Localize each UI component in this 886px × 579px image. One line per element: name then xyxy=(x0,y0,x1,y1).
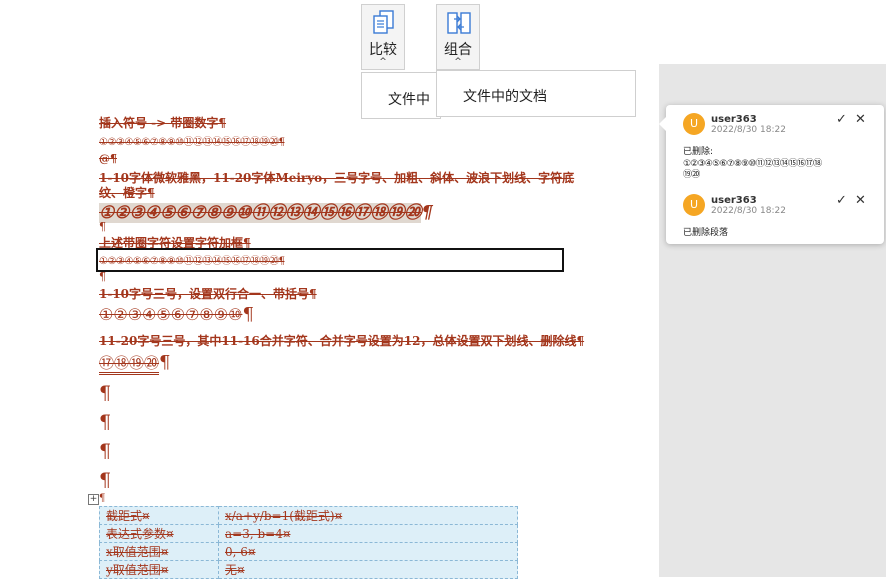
revision-content: ⑲⑳ xyxy=(683,170,700,180)
doc-line-large-circled: ①②③④⑤⑥⑦⑧⑨⑩⑪⑫⑬⑭⑮⑯⑰⑱⑲⑳¶ xyxy=(99,198,433,223)
reject-icon[interactable]: ✕ xyxy=(855,112,866,127)
conditions-table[interactable]: 截距式¤ x/a+y/b=1(截距式)¤ 表达式参数¤ a=3, b=4¤ x取… xyxy=(99,506,518,579)
chevron-up-icon: ^ xyxy=(454,57,462,67)
table-cell[interactable]: x取值范围¤ xyxy=(99,542,219,561)
combine-button[interactable]: 组合 ^ xyxy=(436,4,480,70)
doc-line-circled-numbers: ①②③④⑤⑥⑦⑧⑨⑩⑪⑫⑬⑭⑮⑯⑰⑱⑲⑳¶ xyxy=(99,137,285,148)
combine-dropdown[interactable]: 文件中的文档 xyxy=(436,70,636,117)
paragraph-mark: ¶ xyxy=(242,304,254,325)
doc-line-merge-desc: 11-20字号三号，其中11-16合并字符、合并字号设置为12，总体设置双下划线… xyxy=(99,334,585,348)
table-row: y取值范围¤ 无¤ xyxy=(99,560,518,579)
table-cell[interactable]: x/a+y/b=1(截距式)¤ xyxy=(218,506,518,525)
pointer-arrow xyxy=(659,117,666,131)
paragraph-mark: ¶ xyxy=(99,220,106,233)
revision-content: ①②③④⑤⑥⑦⑧⑨⑩⑪⑫⑬⑭⑮⑯⑰⑱ xyxy=(683,159,822,169)
dropdown-item-document-in-file[interactable]: 文件中的文档 xyxy=(463,89,547,105)
doc-line-font-desc: 1-10字体微软雅黑，11-20字体Meiryo，三号字号、加粗、斜体、波浪下划… xyxy=(99,171,575,185)
revision-author: user363 xyxy=(711,195,757,206)
table-row: x取值范围¤ 0, 6¤ xyxy=(99,542,518,561)
table-cell[interactable]: 无¤ xyxy=(218,560,518,579)
paragraph-mark: ¶ xyxy=(99,270,106,283)
doc-line-heading: 插入符号 -> 带圈数字¶ xyxy=(99,116,227,130)
table-cell[interactable]: 截距式¤ xyxy=(99,506,219,525)
doc-line-merged-chars: ⑰⑱⑲⑳¶ xyxy=(99,352,171,375)
doc-line-double-combine: ①②③④⑤⑥⑦⑧⑨⑩¶ xyxy=(99,304,254,325)
combine-label: 组合 xyxy=(444,42,472,58)
merged-circled-numbers: ⑰⑱⑲⑳ xyxy=(99,354,160,375)
paragraph-mark: ¶ xyxy=(99,440,112,462)
doc-line-framed-numbers: ①②③④⑤⑥⑦⑧⑨⑩⑪⑫⑬⑭⑮⑯⑰⑱⑲⑳¶ xyxy=(99,256,285,267)
compare-label: 比较 xyxy=(369,42,397,58)
accept-icon[interactable]: ✓ xyxy=(836,112,847,127)
combine-icon xyxy=(447,12,471,34)
avatar: U xyxy=(683,194,705,216)
paragraph-mark: ¶ xyxy=(99,469,112,491)
paragraph-mark: ¶ xyxy=(159,352,171,373)
revision-date: 2022/8/30 18:22 xyxy=(711,125,786,135)
table-cell[interactable]: 表达式参数¤ xyxy=(99,524,219,543)
doc-line-size-desc: 1-10字号三号，设置双行合一、带括号¶ xyxy=(99,287,317,301)
avatar: U xyxy=(683,113,705,135)
paragraph-mark: ¶ xyxy=(421,202,433,223)
combined-circled-numbers: ①②③④⑤⑥⑦⑧⑨⑩ xyxy=(99,305,243,324)
table-move-handle-icon[interactable]: + xyxy=(88,494,99,505)
compare-icon xyxy=(373,10,394,34)
table-anchor-mark: ¶ xyxy=(99,493,106,504)
revision-date: 2022/8/30 18:22 xyxy=(711,206,786,216)
revision-label: 已删除段落 xyxy=(683,228,729,238)
table-row: 表达式参数¤ a=3, b=4¤ xyxy=(99,524,518,543)
compare-dropdown[interactable]: 文件中 xyxy=(361,72,441,119)
large-circled-numbers: ①②③④⑤⑥⑦⑧⑨⑩⑪⑫⑬⑭⑮⑯⑰⑱⑲⑳ xyxy=(99,203,422,223)
paragraph-mark: ¶ xyxy=(99,411,112,433)
table-cell[interactable]: 0, 6¤ xyxy=(218,542,518,561)
paragraph-mark: ¶ xyxy=(99,382,112,404)
reject-icon[interactable]: ✕ xyxy=(855,193,866,208)
table-cell[interactable]: y取值范围¤ xyxy=(99,560,219,579)
compare-button[interactable]: 比较 ^ xyxy=(361,4,405,70)
accept-icon[interactable]: ✓ xyxy=(836,193,847,208)
chevron-up-icon: ^ xyxy=(379,57,387,67)
table-row: 截距式¤ x/a+y/b=1(截距式)¤ xyxy=(99,506,518,525)
revision-panel: U user363 2022/8/30 18:22 ✓ ✕ 已删除: ①②③④⑤… xyxy=(659,105,884,244)
doc-line-at: @¶ xyxy=(99,152,117,165)
table-cell[interactable]: a=3, b=4¤ xyxy=(218,524,518,543)
dropdown-item-document[interactable]: 文件中 xyxy=(388,92,430,108)
revision-author: user363 xyxy=(711,114,757,125)
